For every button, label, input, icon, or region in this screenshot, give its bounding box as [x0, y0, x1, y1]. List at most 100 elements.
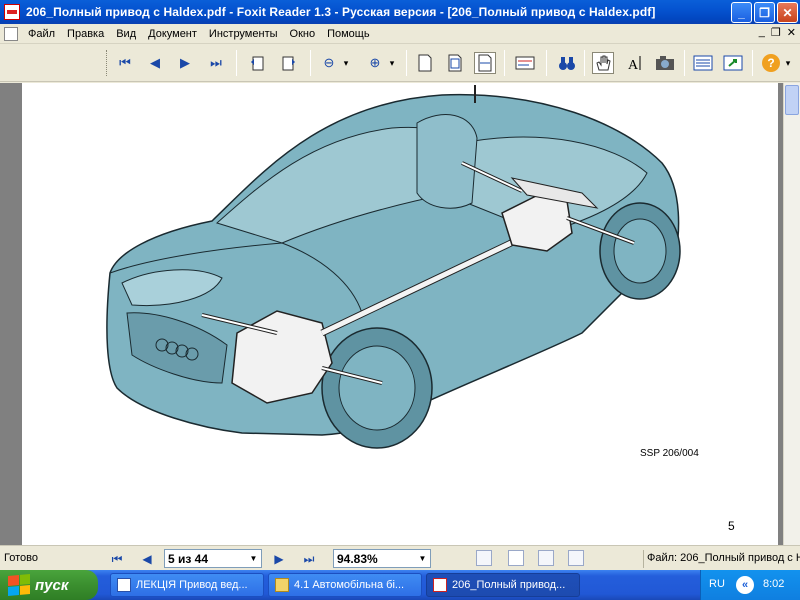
prev-page-button[interactable]: ◀ — [144, 52, 166, 74]
zoom-value: 94.83% — [337, 551, 378, 566]
zoom-out-dropdown[interactable]: ▾ — [340, 52, 352, 74]
maximize-button[interactable]: ❐ — [754, 2, 775, 23]
toolbar: ⏮ ◀ ▶ ⏭ ⊖ ▾ ⊕ ▾ A ? ▾ — [0, 44, 800, 82]
document-icon[interactable] — [4, 26, 18, 41]
fit-width-icon — [478, 54, 492, 72]
menu-edit[interactable]: Правка — [61, 28, 110, 40]
zoom-in-button[interactable]: ⊕ — [364, 52, 386, 74]
continuous-view-button[interactable] — [508, 550, 524, 566]
page-number-field[interactable]: 5 из 44 ▼ — [164, 549, 262, 568]
taskbar-item-folder[interactable]: 4.1 Автомобільна бі... — [268, 573, 422, 597]
page-dropdown-arrow[interactable]: ▼ — [246, 550, 261, 567]
next-page-button[interactable]: ▶ — [174, 52, 196, 74]
mdi-minimize-button[interactable]: _ — [759, 26, 765, 39]
zoom-field[interactable]: 94.83% ▼ — [333, 549, 431, 568]
word-document-icon — [117, 578, 131, 592]
menu-tools[interactable]: Инструменты — [203, 28, 284, 40]
bookmarks-icon — [693, 55, 713, 71]
menu-window[interactable]: Окно — [284, 28, 322, 40]
help-button[interactable]: ? — [760, 52, 782, 74]
folder-icon — [275, 578, 289, 592]
minimize-button[interactable]: _ — [731, 2, 752, 23]
text-select-icon: A — [628, 56, 641, 72]
start-label: пуск — [35, 576, 69, 594]
toolbar-separator — [752, 50, 753, 76]
find-button[interactable] — [556, 52, 578, 74]
toolbar-separator — [504, 50, 505, 76]
taskbar-item-label: 206_Полный привод... — [452, 579, 566, 591]
page-number-value: 5 из 44 — [168, 551, 209, 566]
menu-file[interactable]: Файл — [22, 28, 61, 40]
toolbar-separator — [546, 50, 547, 76]
foxit-app-icon[interactable] — [4, 4, 20, 20]
select-text-button[interactable]: A — [624, 52, 646, 74]
pdf-page[interactable]: SSP 206/004 5 — [22, 83, 778, 545]
binoculars-icon — [559, 57, 575, 70]
menu-view[interactable]: Вид — [110, 28, 142, 40]
form-icon — [515, 56, 535, 70]
taskbar-item-foxit[interactable]: 206_Полный привод... — [426, 573, 580, 597]
menu-document[interactable]: Документ — [142, 28, 203, 40]
start-button[interactable]: пуск — [0, 570, 98, 600]
status-file-name: Файл: 206_Полный привод с Н — [643, 550, 800, 568]
figure-caption: SSP 206/004 — [640, 448, 699, 459]
form-fill-button[interactable] — [514, 52, 536, 74]
scrollbar-thumb[interactable] — [785, 85, 799, 115]
status-first-page-button[interactable]: ⏮ — [108, 550, 126, 568]
fit-page-button[interactable] — [444, 52, 466, 74]
snapshot-button[interactable] — [654, 52, 676, 74]
taskbar-item-label: ЛЕКЦІЯ Привод вед... — [136, 579, 248, 591]
car-illustration — [106, 85, 681, 449]
network-icon[interactable]: « — [736, 576, 754, 594]
language-indicator[interactable]: RU — [709, 578, 725, 590]
first-page-button[interactable]: ⏮ — [114, 52, 136, 74]
document-area[interactable]: SSP 206/004 5 — [0, 83, 800, 545]
toolbar-separator — [310, 50, 311, 76]
zoom-in-dropdown[interactable]: ▾ — [386, 52, 398, 74]
hand-icon — [596, 55, 611, 71]
windows-logo-icon — [8, 574, 30, 596]
toolbar-separator — [684, 50, 685, 76]
menu-bar: Файл Правка Вид Документ Инструменты Окн… — [0, 24, 800, 44]
rotate-right-button[interactable] — [278, 52, 300, 74]
taskbar: пуск ЛЕКЦІЯ Привод вед... 4.1 Автомобіль… — [0, 570, 800, 600]
hand-tool-button[interactable] — [592, 52, 614, 74]
status-prev-page-button[interactable]: ◀ — [138, 550, 156, 568]
toolbar-separator — [406, 50, 407, 76]
last-page-button[interactable]: ⏭ — [205, 52, 227, 74]
toolbar-grip[interactable] — [106, 50, 109, 76]
zoom-dropdown-arrow[interactable]: ▼ — [415, 550, 430, 567]
fit-width-button[interactable] — [474, 52, 496, 74]
foxit-icon — [433, 578, 447, 592]
close-button[interactable]: ✕ — [777, 2, 798, 23]
status-ready: Готово — [4, 552, 38, 564]
bookmarks-button[interactable] — [692, 52, 714, 74]
vertical-scrollbar[interactable] — [783, 83, 800, 545]
page-icon — [418, 54, 432, 72]
zoom-out-button[interactable]: ⊖ — [318, 52, 340, 74]
status-last-page-button[interactable]: ⏭ — [300, 550, 318, 568]
actual-size-button[interactable] — [414, 52, 436, 74]
rotate-right-icon — [282, 56, 295, 71]
taskbar-item-lecture[interactable]: ЛЕКЦІЯ Привод вед... — [110, 573, 264, 597]
toolbar-separator — [584, 50, 585, 76]
svg-text:A: A — [628, 58, 639, 72]
full-screen-button[interactable] — [722, 52, 744, 74]
window-title: 206_Полный привод с Haldex.pdf - Foxit R… — [26, 5, 656, 19]
clock: 8:02 — [763, 578, 785, 590]
status-bar: Готово ⏮ ◀ 5 из 44 ▼ ▶ ⏭ 94.83% ▼ Файл: … — [0, 545, 800, 570]
status-next-page-button[interactable]: ▶ — [270, 550, 288, 568]
toolbar-separator — [236, 50, 237, 76]
rotate-left-button[interactable] — [246, 52, 268, 74]
mdi-close-button[interactable]: ✕ — [787, 26, 796, 39]
camera-icon — [656, 56, 674, 70]
help-dropdown[interactable]: ▾ — [782, 52, 794, 74]
mdi-restore-button[interactable]: ❐ — [771, 26, 781, 39]
continuous-facing-view-button[interactable] — [568, 550, 584, 566]
fit-page-icon — [448, 54, 462, 72]
single-page-view-button[interactable] — [476, 550, 492, 566]
help-icon: ? — [762, 54, 780, 72]
rotate-left-icon — [251, 56, 264, 71]
facing-view-button[interactable] — [538, 550, 554, 566]
menu-help[interactable]: Помощь — [321, 28, 376, 40]
